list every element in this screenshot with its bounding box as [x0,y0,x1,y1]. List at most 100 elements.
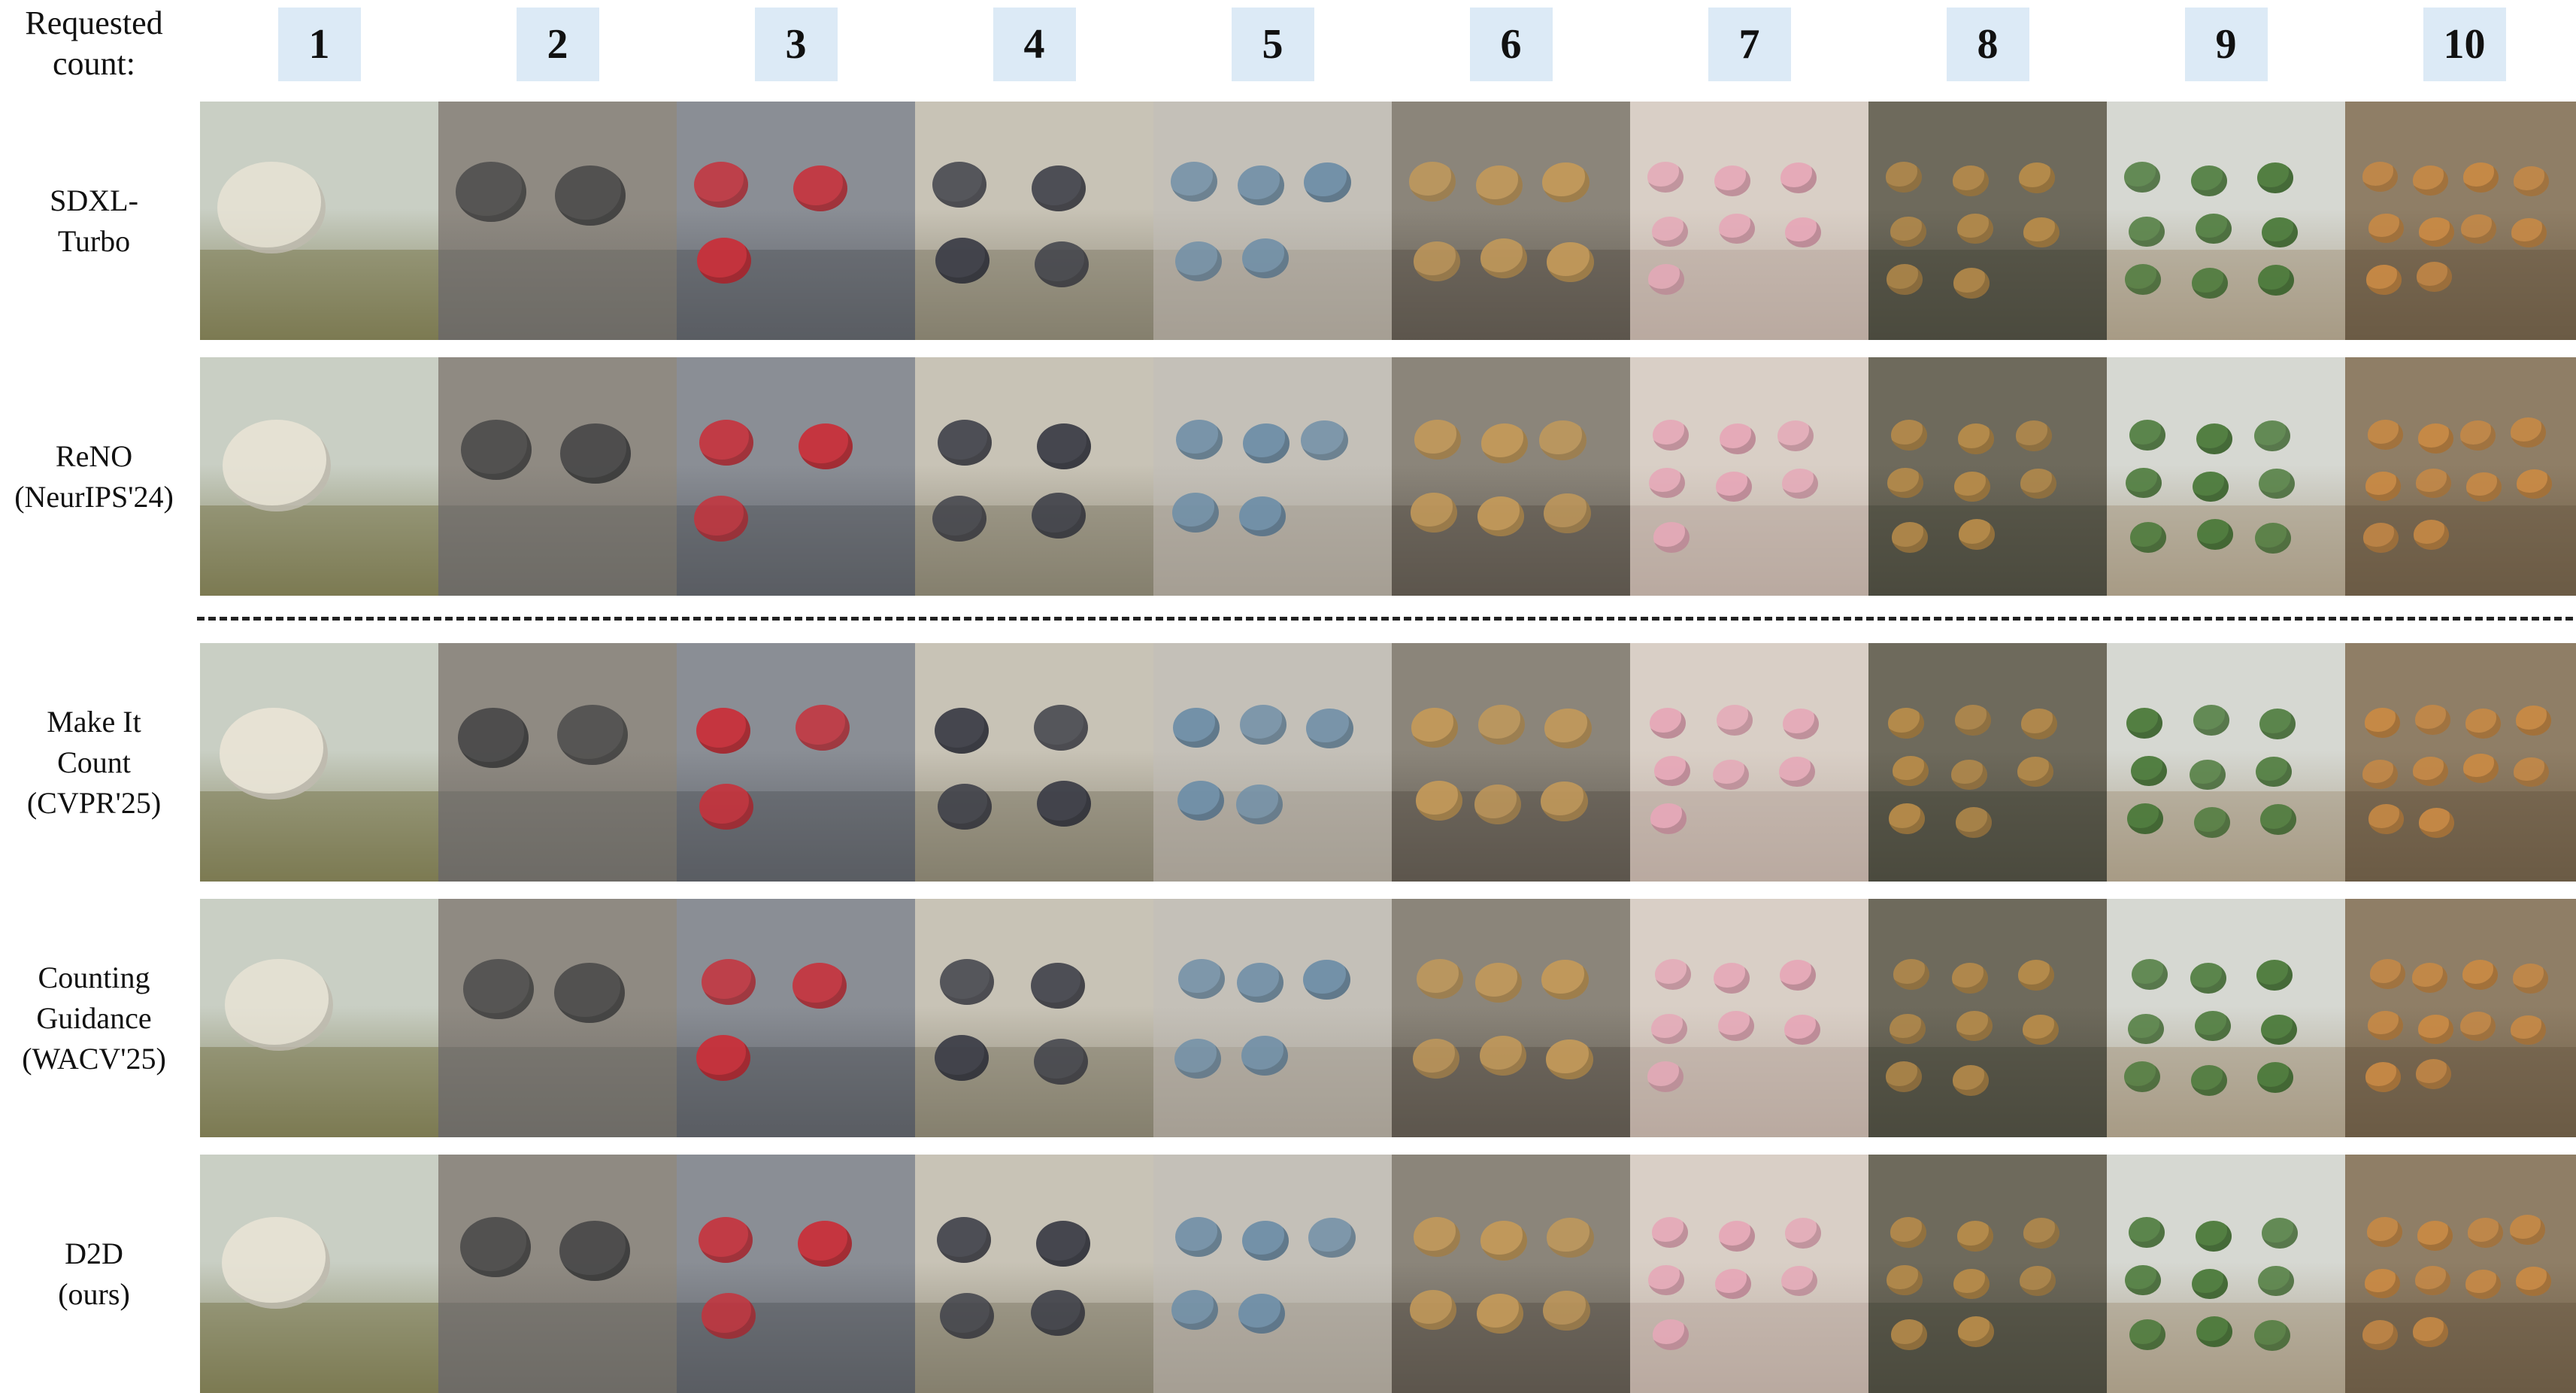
object-potted-plants [2192,471,2229,502]
object-potted-plants [2190,165,2227,196]
object-bowls [1477,496,1525,537]
object-dogs [2018,960,2055,991]
object-dogs [2021,709,2058,739]
image-ground [438,791,677,882]
object-dogs [1956,1010,1993,1042]
object-bowls [1410,1290,1457,1331]
object-umbrellas [696,1035,750,1082]
object-airplanes [1035,241,1089,288]
object-potted-plants [2193,705,2229,736]
generated-image-parking-meters-row-3 [438,643,677,882]
object-dogs [1953,268,1990,299]
count-badge-10: 10 [2423,8,2506,81]
object-potted-plants [2191,1268,2228,1300]
object-dogs [1957,1316,1994,1348]
method-label-row-3: Make It Count (CVPR'25) [0,643,188,882]
image-ground [200,249,438,340]
object-dogs [2023,1014,2059,1046]
object-potted-plants [2125,1264,2161,1296]
generated-image-bowls-row-5 [1392,1155,1630,1393]
object-airplanes [935,1035,989,1082]
object-dogs [2017,756,2054,788]
generated-image-donuts-row-2 [1630,357,1868,596]
object-cats [2362,162,2398,192]
object-airplanes [937,1217,991,1264]
object-donuts [1651,1013,1687,1045]
object-umbrellas [694,162,748,208]
generated-image-donuts-row-1 [1630,102,1868,340]
object-donuts [1647,162,1683,193]
object-umbrellas [798,1221,852,1267]
object-dogs [1953,1268,1990,1300]
object-cats [2511,417,2546,448]
object-sheep [225,959,333,1052]
object-bowls [1479,1036,1527,1076]
object-vases [1174,1039,1222,1079]
count-badge-6: 6 [1469,8,1553,81]
object-potted-plants [2124,162,2160,193]
object-cats [2513,964,2548,994]
object-parking-meters [461,420,532,480]
object-donuts [1780,162,1817,193]
object-cats [2368,420,2403,450]
count-badge-4: 4 [993,8,1076,81]
object-dogs [1890,216,1926,247]
object-cats [2365,471,2401,502]
generated-image-cats-row-3 [2345,643,2576,882]
object-dogs [2023,1218,2060,1249]
method-label-line: SDXL- [50,183,138,217]
object-vases [1241,1036,1289,1076]
generated-image-parking-meters-row-1 [438,102,677,340]
object-bowls [1543,1291,1590,1331]
object-airplanes [935,238,989,284]
generated-image-potted-plants-row-1 [2107,102,2345,340]
object-parking-meters [463,959,534,1019]
object-airplanes [932,162,986,208]
object-umbrellas [793,165,847,212]
object-dogs [1892,522,1928,554]
object-vases [1173,708,1220,748]
object-airplanes [1037,781,1091,827]
method-label-line: Counting [38,960,150,994]
object-potted-plants [2129,420,2165,451]
generated-image-umbrellas-row-3 [677,643,915,882]
object-vases [1171,162,1218,202]
object-cats [2514,166,2549,196]
object-cats [2468,1218,2503,1248]
generated-image-airplanes-row-1 [915,102,1153,340]
object-dogs [1955,807,1992,839]
method-label-line: (ours) [58,1276,130,1311]
object-airplanes [1031,963,1085,1009]
object-cats [2416,1059,2451,1090]
object-vases [1238,496,1286,537]
object-potted-plants [2128,1013,2164,1045]
object-potted-plants [2256,756,2293,788]
object-airplanes [940,1293,994,1340]
object-cats [2463,753,2499,784]
object-airplanes [938,420,992,466]
generated-image-umbrellas-row-2 [677,357,915,596]
object-airplanes [1032,165,1086,212]
object-cats [2368,1010,2403,1041]
object-vases [1178,959,1226,1000]
generated-image-potted-plants-row-5 [2107,1155,2345,1393]
object-sheep [220,708,328,800]
object-parking-meters [555,165,626,226]
object-dogs [1890,1217,1926,1248]
object-bowls [1414,241,1461,282]
object-bowls [1417,959,1464,1000]
object-donuts [1653,1319,1689,1351]
object-vases [1301,420,1348,461]
generated-image-vases-row-2 [1153,357,1392,596]
generated-image-airplanes-row-2 [915,357,1153,596]
generated-image-dogs-row-1 [1868,102,2107,340]
object-sheep [223,420,331,512]
generated-image-parking-meters-row-5 [438,1155,677,1393]
generated-image-donuts-row-3 [1630,643,1868,882]
object-dogs [1953,471,1990,502]
object-potted-plants [2190,1065,2227,1097]
object-cats [2465,709,2501,739]
generated-image-vases-row-3 [1153,643,1392,882]
object-bowls [1414,420,1462,460]
object-vases [1242,423,1290,464]
